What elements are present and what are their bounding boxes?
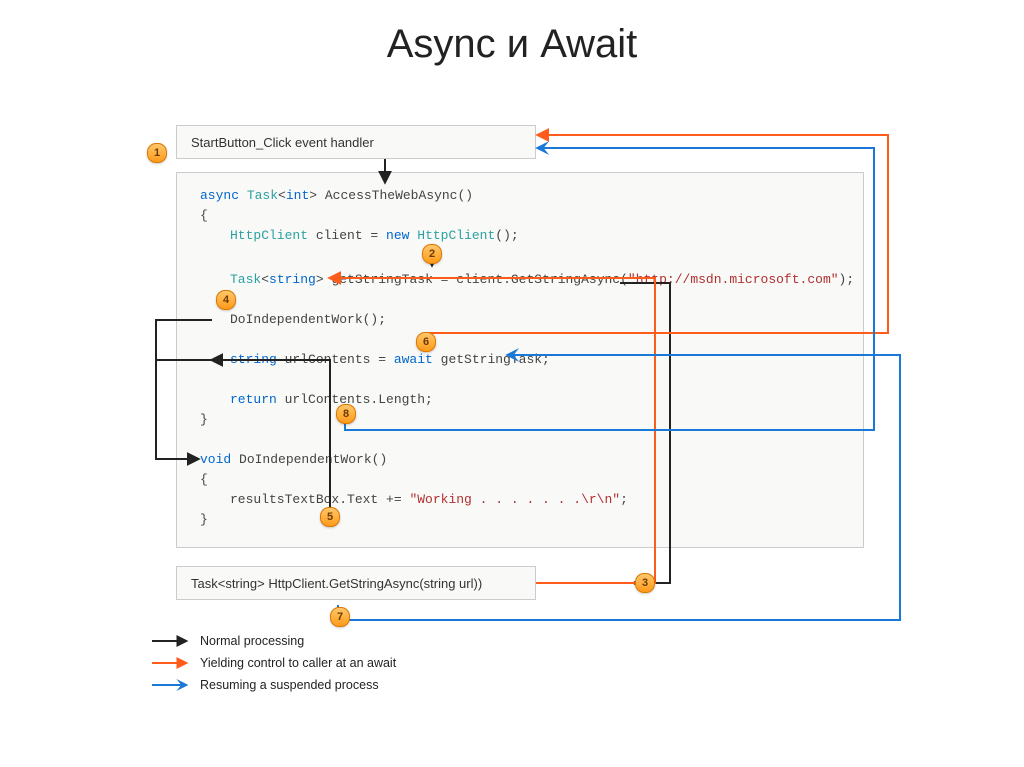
legend-yield-label: Yielding control to caller at an await bbox=[200, 656, 396, 670]
badge-5: 5 bbox=[320, 507, 340, 527]
badge-8: 8 bbox=[336, 404, 356, 424]
page-title: Async и Await bbox=[0, 0, 1024, 67]
code-line-8: } bbox=[200, 412, 208, 427]
legend: Normal processing Yielding control to ca… bbox=[150, 630, 396, 696]
code-line-5: DoIndependentWork(); bbox=[230, 312, 386, 327]
legend-row-resume: Resuming a suspended process bbox=[150, 674, 396, 696]
handler-box: StartButton_Click event handler bbox=[176, 125, 536, 159]
legend-row-yield: Yielding control to caller at an await bbox=[150, 652, 396, 674]
badge-4: 4 bbox=[216, 290, 236, 310]
code-line-7: return urlContents.Length; bbox=[230, 392, 433, 407]
legend-row-normal: Normal processing bbox=[150, 630, 396, 652]
legend-normal-label: Normal processing bbox=[200, 634, 304, 648]
code-line-11: resultsTextBox.Text += "Working . . . . … bbox=[230, 492, 628, 507]
code-line-9: void DoIndependentWork() bbox=[200, 452, 387, 467]
code-line-10: { bbox=[200, 472, 208, 487]
badge-7: 7 bbox=[330, 607, 350, 627]
getstring-box: Task<string> HttpClient.GetStringAsync(s… bbox=[176, 566, 536, 600]
code-line-1: async Task<int> AccessTheWebAsync() bbox=[200, 188, 473, 203]
code-line-3: HttpClient client = new HttpClient(); bbox=[230, 228, 519, 243]
getstring-label: Task<string> HttpClient.GetStringAsync(s… bbox=[191, 576, 482, 591]
code-line-4: Task<string> getStringTask = client.GetS… bbox=[230, 272, 854, 287]
badge-1: 1 bbox=[147, 143, 167, 163]
badge-6: 6 bbox=[416, 332, 436, 352]
handler-label: StartButton_Click event handler bbox=[191, 135, 374, 150]
code-line-12: } bbox=[200, 512, 208, 527]
badge-3: 3 bbox=[635, 573, 655, 593]
legend-resume-arrow-icon bbox=[150, 678, 190, 692]
code-line-6: string urlContents = await getStringTask… bbox=[230, 352, 550, 367]
legend-normal-arrow-icon bbox=[150, 634, 190, 648]
badge-2: 2 bbox=[422, 244, 442, 264]
legend-resume-label: Resuming a suspended process bbox=[200, 678, 379, 692]
code-line-2: { bbox=[200, 208, 208, 223]
legend-yield-arrow-icon bbox=[150, 656, 190, 670]
